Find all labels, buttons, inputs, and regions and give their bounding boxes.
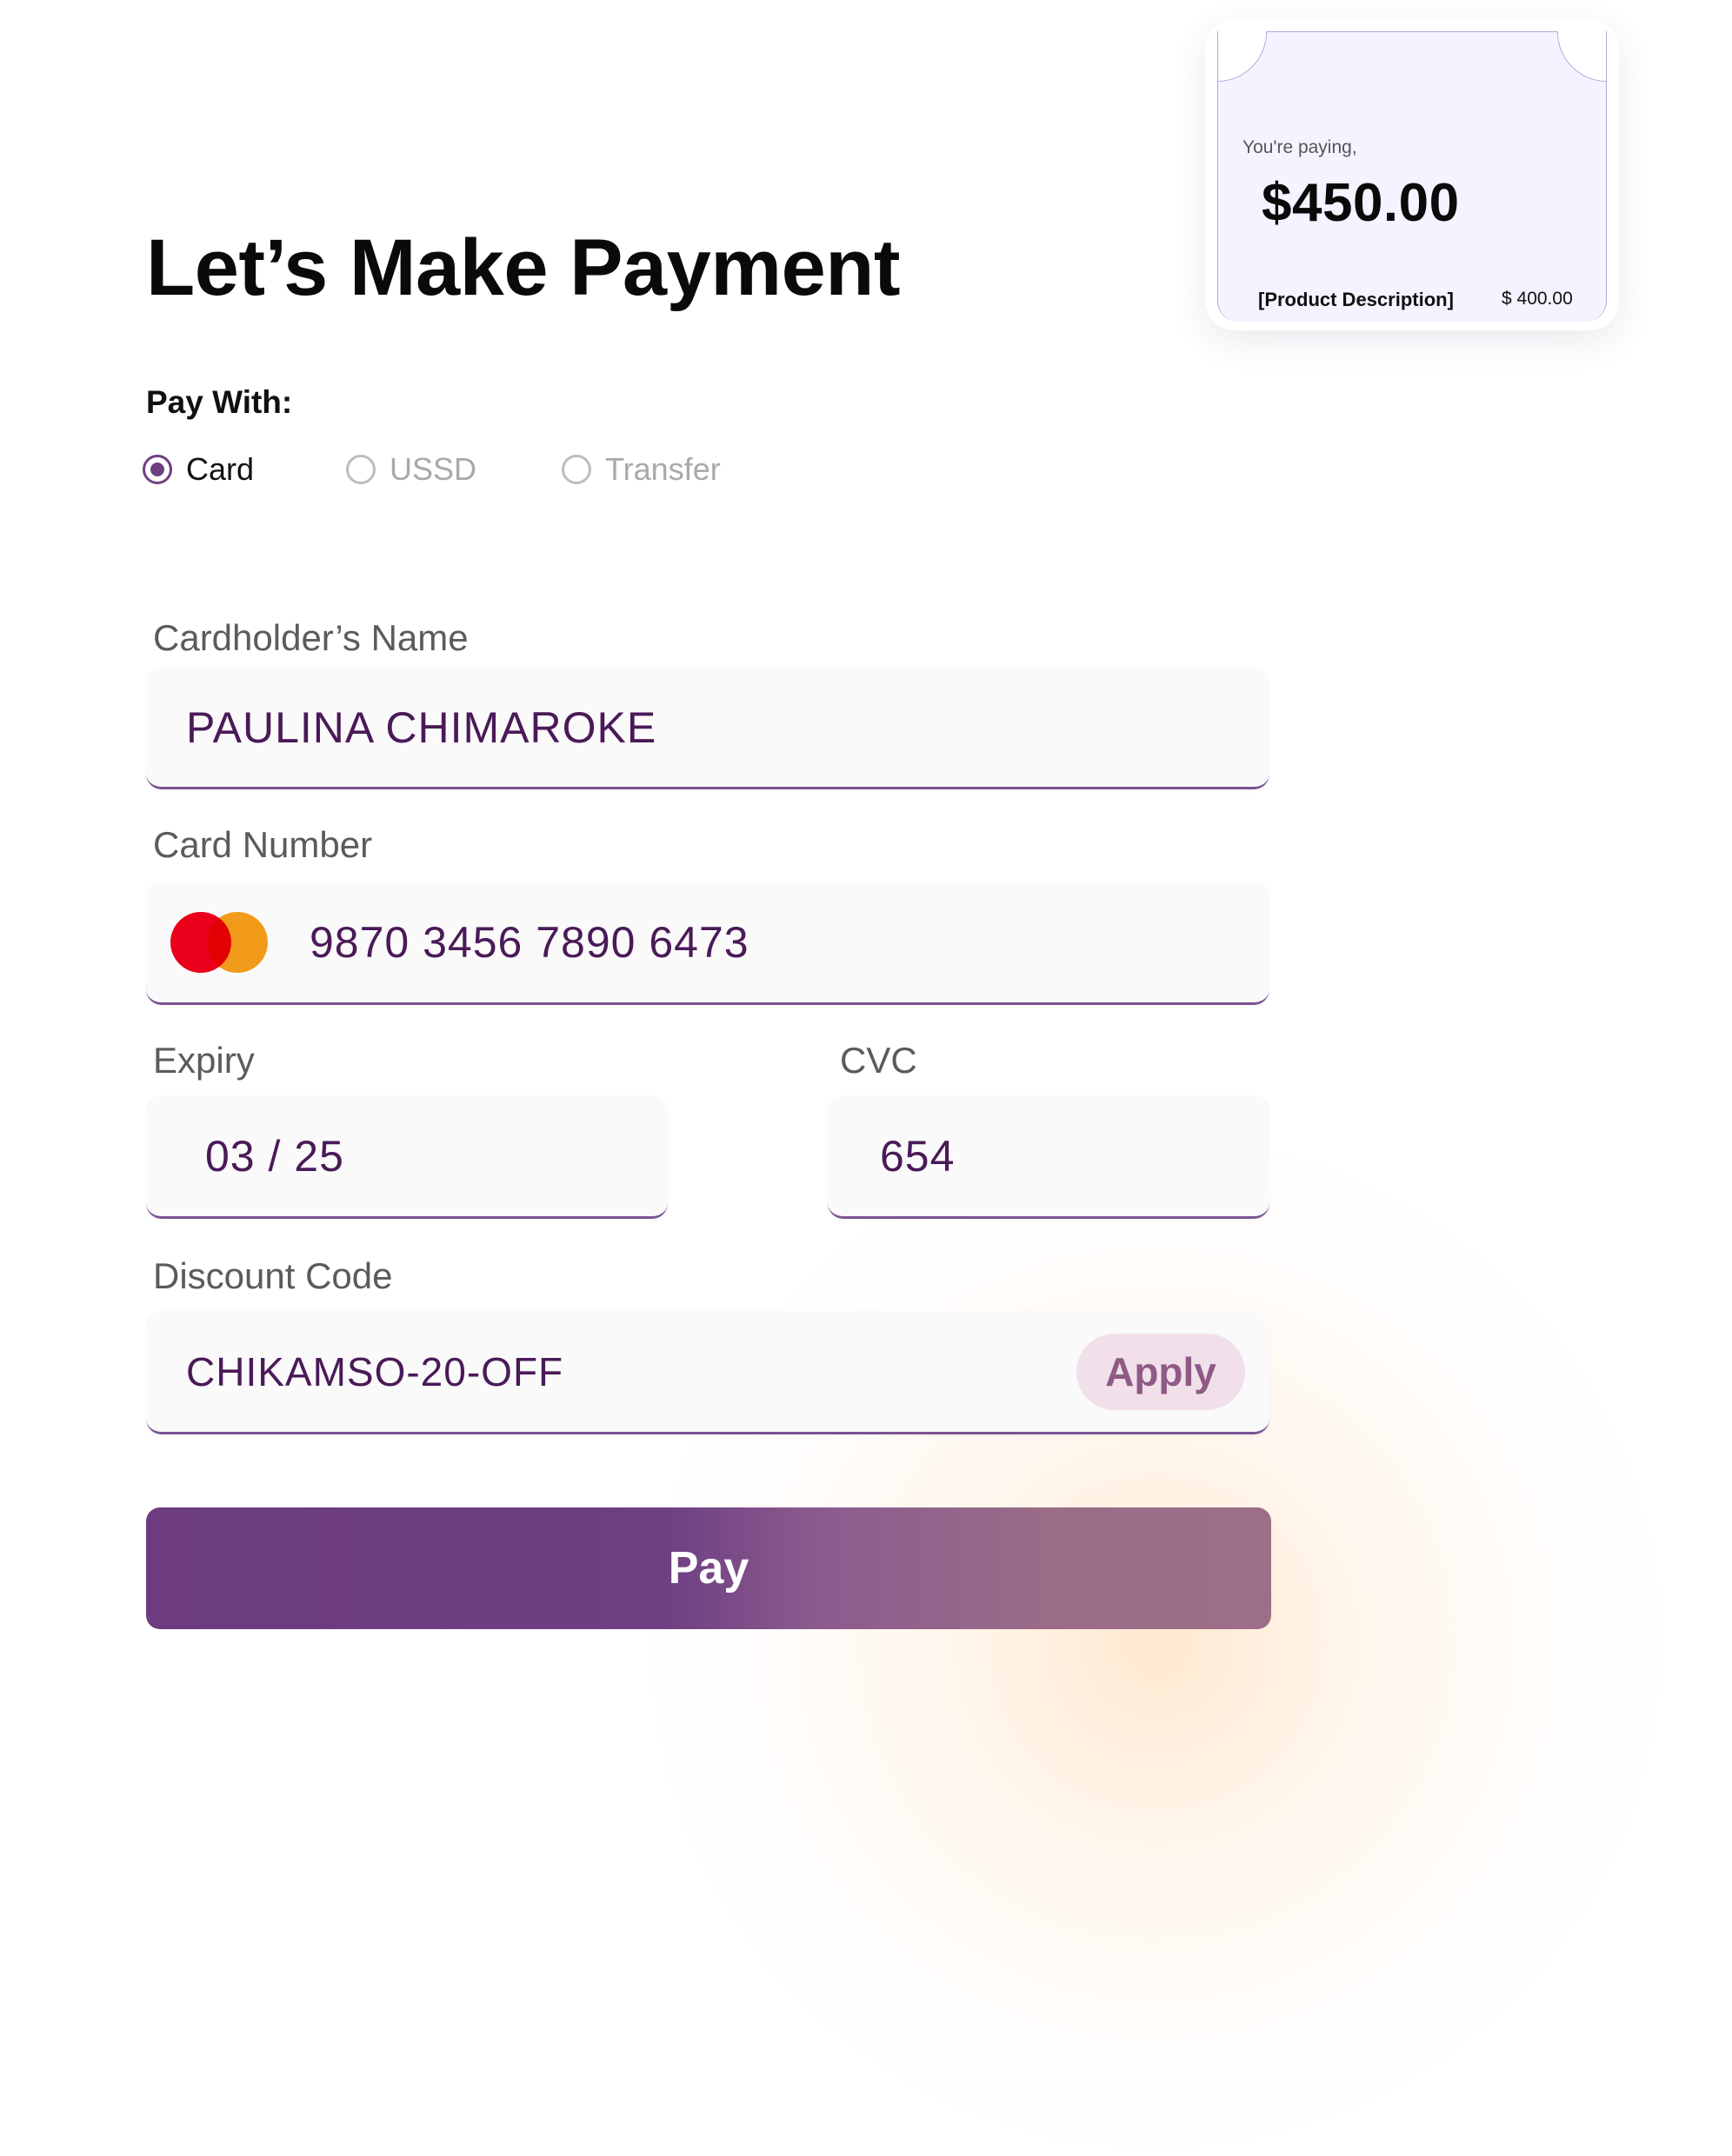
pay-method-card-label: Card bbox=[186, 451, 255, 487]
product-price: $ 400.00 bbox=[1502, 289, 1573, 309]
expiry-field[interactable]: 03 / 25 bbox=[146, 1095, 668, 1219]
discount-code-value[interactable]: CHIKAMSO-20-OFF bbox=[186, 1348, 563, 1395]
card-number-label: Card Number bbox=[153, 824, 373, 865]
cvc-value[interactable]: 654 bbox=[880, 1131, 955, 1181]
cardholder-name-field[interactable]: PAULINA CHIMAROKE bbox=[146, 668, 1269, 789]
cardholder-name-label: Cardholder’s Name bbox=[153, 617, 469, 658]
ticket-top-edge bbox=[1267, 31, 1557, 32]
cardholder-name-value[interactable]: PAULINA CHIMAROKE bbox=[186, 702, 656, 753]
paying-label: You're paying, bbox=[1242, 137, 1357, 157]
pay-method-transfer-label: Transfer bbox=[605, 451, 721, 487]
card-number-value[interactable]: 9870 3456 7890 6473 bbox=[310, 917, 749, 968]
pay-with-label: Pay With: bbox=[146, 384, 293, 420]
discount-code-label: Discount Code bbox=[153, 1255, 393, 1296]
radio-unselected-icon[interactable] bbox=[346, 455, 376, 484]
cvc-label: CVC bbox=[840, 1040, 917, 1081]
apply-discount-button[interactable]: Apply bbox=[1076, 1333, 1245, 1410]
pay-method-ussd-label: USSD bbox=[390, 451, 477, 487]
paying-amount: $450.00 bbox=[1262, 173, 1460, 233]
ticket-notch-left bbox=[1218, 31, 1267, 82]
ticket-notch-right bbox=[1557, 31, 1606, 82]
radio-unselected-icon[interactable] bbox=[562, 455, 591, 484]
expiry-label: Expiry bbox=[153, 1040, 255, 1081]
payment-summary-card: You're paying, $450.00 [Product Descript… bbox=[1205, 19, 1619, 330]
radio-selected-icon[interactable] bbox=[143, 455, 172, 484]
pay-method-card-radio[interactable]: Card bbox=[143, 449, 254, 490]
pay-button[interactable]: Pay bbox=[146, 1507, 1271, 1629]
card-number-field[interactable]: 9870 3456 7890 6473 bbox=[146, 882, 1269, 1005]
pay-method-ussd-radio[interactable]: USSD bbox=[346, 449, 476, 490]
pay-method-transfer-radio[interactable]: Transfer bbox=[562, 449, 721, 490]
expiry-value[interactable]: 03 / 25 bbox=[205, 1131, 344, 1181]
cvc-field[interactable]: 654 bbox=[828, 1095, 1269, 1219]
discount-code-field[interactable]: CHIKAMSO-20-OFF Apply bbox=[146, 1311, 1269, 1434]
mastercard-icon bbox=[170, 911, 268, 973]
mastercard-orange-circle bbox=[207, 911, 268, 973]
page-title: Let’s Make Payment bbox=[146, 223, 901, 312]
background-glow bbox=[643, 1130, 1669, 2156]
product-description: [Product Description] bbox=[1258, 289, 1454, 310]
summary-ticket: You're paying, $450.00 [Product Descript… bbox=[1217, 31, 1607, 322]
